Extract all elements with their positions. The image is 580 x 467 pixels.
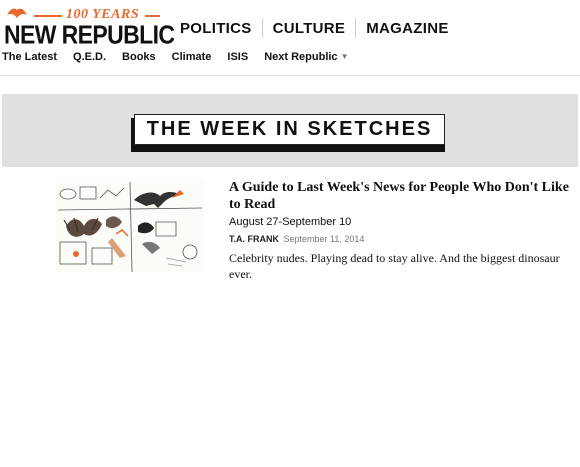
article-date: September 11, 2014 xyxy=(283,234,365,244)
article-byline: T.A. FRANK September 11, 2014 xyxy=(229,234,575,244)
sub-nav-climate[interactable]: Climate xyxy=(172,51,212,63)
site-logo[interactable]: 100 YEARS NEW REPUBLIC xyxy=(4,2,175,49)
article-author[interactable]: T.A. FRANK xyxy=(229,234,279,244)
article-dek: August 27-September 10 xyxy=(229,216,352,228)
main-nav-magazine[interactable]: MAGAZINE xyxy=(356,20,458,37)
main-nav-politics[interactable]: POLITICS xyxy=(170,20,262,37)
main-nav: POLITICS CULTURE MAGAZINE xyxy=(170,18,459,38)
site-header: 100 YEARS NEW REPUBLIC POLITICS CULTURE … xyxy=(0,0,580,76)
article-summary: Celebrity nudes. Playing dead to stay al… xyxy=(229,251,560,281)
sub-nav-books[interactable]: Books xyxy=(122,51,156,63)
sub-nav: The Latest Q.E.D. Books Climate ISIS Nex… xyxy=(2,51,364,63)
sub-nav-isis[interactable]: ISIS xyxy=(227,51,248,63)
logo-wordmark: NEW REPUBLIC xyxy=(4,20,175,50)
article-card[interactable]: A Guide to Last Week's News for People W… xyxy=(0,167,580,287)
chevron-down-icon: ▼ xyxy=(340,52,349,61)
logo-rule-right xyxy=(145,15,160,17)
main-nav-culture[interactable]: CULTURE xyxy=(263,20,356,37)
section-banner: THE WEEK IN SKETCHES xyxy=(2,94,578,167)
sub-nav-qed[interactable]: Q.E.D. xyxy=(73,51,106,63)
sub-nav-next-republic[interactable]: Next Republic ▼ xyxy=(264,51,348,63)
sketch-collage-thumbnail-icon[interactable] xyxy=(56,182,204,272)
sub-nav-the-latest[interactable]: The Latest xyxy=(2,51,57,63)
banner-title: THE WEEK IN SKETCHES xyxy=(134,114,445,145)
sub-nav-next-republic-label: Next Republic xyxy=(264,51,338,63)
logo-rule-left xyxy=(34,15,62,17)
article-content: A Guide to Last Week's News for People W… xyxy=(229,179,575,282)
article-headline[interactable]: A Guide to Last Week's News for People W… xyxy=(229,179,575,213)
